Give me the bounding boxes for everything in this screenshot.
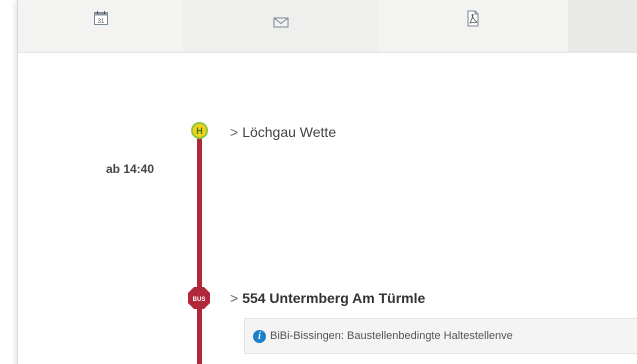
connection-detail-panel: 31 H ab 14:40 > Löchgau Wette BUS > 554 … (17, 0, 637, 364)
calendar-button[interactable]: 31 (18, 0, 183, 52)
chevron-right-icon: > (230, 290, 239, 306)
screen: 31 H ab 14:40 > Löchgau Wette BUS > 554 … (0, 0, 637, 364)
route-line (197, 137, 202, 364)
action-toolbar: 31 (18, 0, 637, 53)
pdf-icon (467, 10, 479, 27)
line-name: 554 Untermberg Am Türmle (242, 290, 426, 306)
line-554-untermberg[interactable]: >554 Untermberg Am Türmle (230, 290, 425, 306)
departure-time: ab 14:40 (106, 162, 155, 176)
stop-name: Löchgau Wette (242, 124, 337, 140)
email-button[interactable] (183, 0, 378, 52)
calendar-icon: 31 (93, 11, 108, 25)
chevron-right-icon: > (230, 124, 239, 140)
calendar-day-label: 31 (97, 19, 104, 25)
bus-icon-label: BUS (193, 297, 206, 303)
info-icon: i (253, 329, 266, 343)
stop-h-label: H (196, 126, 203, 136)
pdf-button[interactable] (378, 0, 568, 52)
bus-icon: BUS (188, 287, 210, 309)
stop-löchgau-wette[interactable]: > Löchgau Wette (230, 124, 336, 140)
notice-text: BiBi-Bissingen: Baustellenbedingte Halte… (270, 330, 513, 342)
toolbar-extra[interactable] (568, 0, 637, 52)
bus-stop-h-icon: H (191, 122, 208, 139)
mail-icon (273, 17, 288, 28)
trip-timeline: H ab 14:40 > Löchgau Wette BUS >554 Unter… (18, 52, 637, 364)
disruption-notice[interactable]: i BiBi-Bissingen: Baustellenbedingte Hal… (244, 318, 637, 354)
